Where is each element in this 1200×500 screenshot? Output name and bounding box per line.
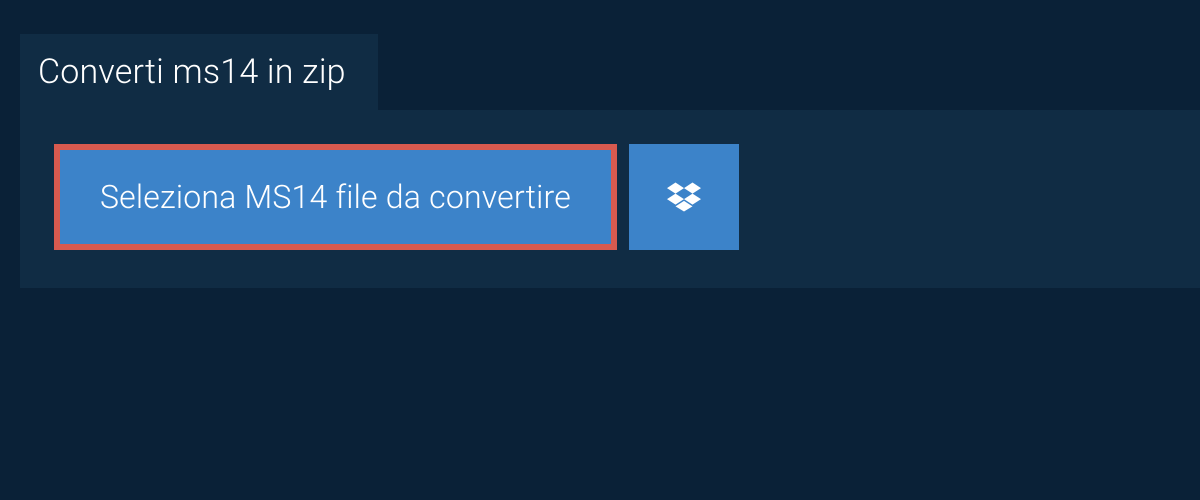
dropbox-icon — [667, 182, 701, 212]
select-file-button[interactable]: Seleziona MS14 file da convertire — [54, 144, 617, 250]
conversion-tab[interactable]: Converti ms14 in zip — [20, 34, 378, 110]
dropbox-button[interactable] — [629, 144, 739, 250]
button-row: Seleziona MS14 file da convertire — [54, 144, 1166, 250]
tab-title: Converti ms14 in zip — [38, 52, 346, 92]
upload-panel: Seleziona MS14 file da convertire — [20, 110, 1200, 288]
select-file-label: Seleziona MS14 file da convertire — [100, 178, 571, 216]
